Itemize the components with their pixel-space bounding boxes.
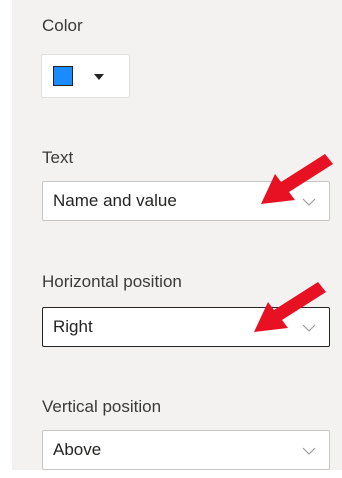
color-label: Color — [42, 16, 83, 35]
text-dropdown-value: Name and value — [53, 191, 177, 210]
caret-down-icon — [94, 74, 104, 80]
vertical-position-label: Vertical position — [42, 397, 162, 416]
chevron-down-icon — [302, 447, 316, 455]
horizontal-position-value: Right — [53, 317, 93, 336]
red-arrow-icon — [261, 154, 333, 204]
vertical-position-dropdown[interactable]: Above — [42, 430, 330, 470]
panel-left-edge — [0, 0, 12, 478]
color-swatch — [53, 66, 73, 86]
color-picker-button[interactable] — [41, 54, 130, 98]
red-arrow-icon — [254, 282, 326, 332]
vertical-position-value: Above — [53, 440, 102, 459]
horizontal-position-label: Horizontal position — [42, 272, 182, 291]
text-label: Text — [42, 148, 74, 167]
panel-bottom-edge — [0, 470, 342, 478]
